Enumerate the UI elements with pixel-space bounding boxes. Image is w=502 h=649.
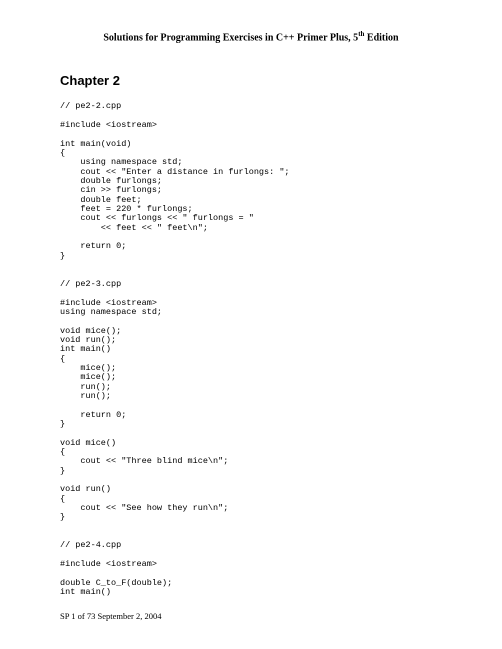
page-footer: SP 1 of 73 September 2, 2004 bbox=[60, 611, 161, 621]
chapter-title: Chapter 2 bbox=[60, 73, 442, 88]
header-title-suffix: Edition bbox=[364, 32, 398, 43]
code-block: // pe2-2.cpp #include <iostream> int mai… bbox=[60, 102, 442, 597]
page-header: Solutions for Programming Exercises in C… bbox=[60, 30, 442, 43]
header-title-prefix: Solutions for Programming Exercises in C… bbox=[103, 32, 358, 43]
page-content: Solutions for Programming Exercises in C… bbox=[0, 0, 502, 618]
